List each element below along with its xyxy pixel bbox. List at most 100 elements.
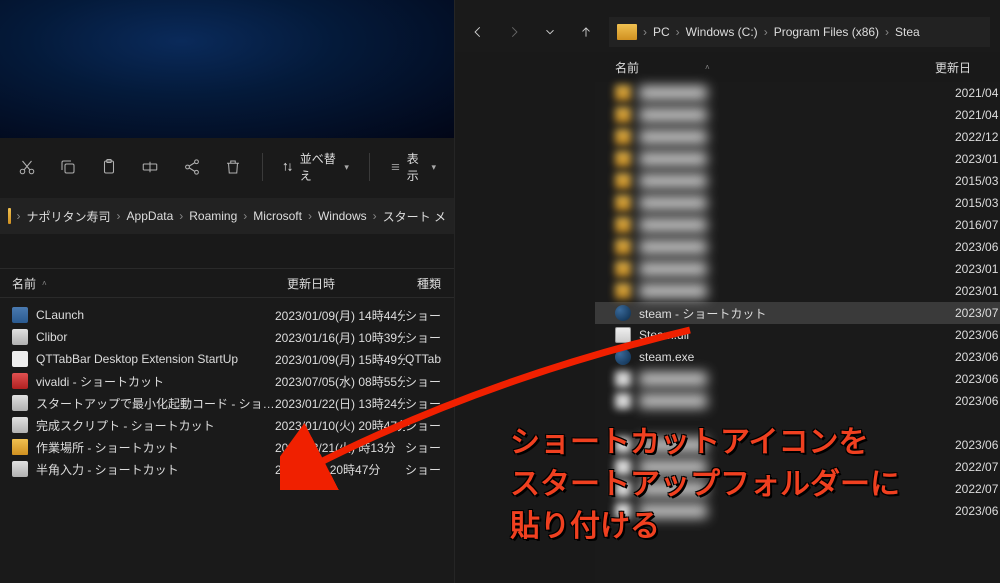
crumb[interactable]: AppData [123,209,178,223]
forward-button[interactable] [497,17,531,47]
file-date: 2023/01 [955,152,1000,166]
file-icon [615,393,631,409]
chevron-right-icon: › [241,209,249,223]
view-button[interactable]: 表示 ▾ [380,149,446,185]
file-icon [12,417,28,433]
column-name-label: 名前 [12,275,36,292]
file-type: ショートカッ [405,417,442,434]
paste-button[interactable] [91,149,128,185]
crumb[interactable]: Windows (C:) [682,25,762,39]
file-date: 2021/04 [955,86,1000,100]
file-name: ████████ [639,130,955,144]
cut-button[interactable] [8,149,45,185]
file-icon [615,371,631,387]
folder-icon [8,208,11,224]
breadcrumb-left[interactable]: › ナポリタン寿司 › AppData › Roaming › Microsof… [0,198,454,234]
file-icon [615,151,631,167]
rename-button[interactable] [132,149,169,185]
column-header-type[interactable]: 種類 [405,275,454,292]
file-row[interactable]: QTTabBar Desktop Extension StartUp2023/0… [0,348,454,370]
column-name-label: 名前 [615,59,639,76]
file-icon [615,459,631,475]
sort-button[interactable]: 並べ替え ▾ [272,149,359,185]
file-icon [12,439,28,455]
recent-button[interactable] [533,17,567,47]
folder-icon [617,24,637,40]
column-header-date[interactable]: 更新日 [935,59,1000,76]
file-name: 作業場所 - ショートカット [36,439,275,456]
chevron-right-icon: › [177,209,185,223]
file-icon [615,129,631,145]
file-name: ████████ [639,218,955,232]
file-row[interactable]: ████████2023/06 [595,368,1000,390]
column-header-name[interactable]: 名前 ˄ [595,59,935,76]
file-name: ████████ [639,240,955,254]
file-row[interactable]: ████████2016/07 [595,214,1000,236]
toolbar: 並べ替え ▾ 表示 ▾ [0,138,454,196]
up-button[interactable] [569,17,603,47]
file-row[interactable]: 完成スクリプト - ショートカット2023/01/10(火) 20時47分ショー… [0,414,454,436]
file-row[interactable]: ████████2023/06 [595,390,1000,412]
file-type: ショートカッ [405,439,442,456]
crumb[interactable]: Windows [314,209,371,223]
file-name: steam.exe [639,350,955,364]
file-row[interactable]: ████████2023/06 [595,236,1000,258]
crumb[interactable]: スタート メ [379,208,450,225]
file-row[interactable]: 半角入力 - ショートカット2023/ / ( ) 20時47分ショートカッ [0,458,454,480]
back-button[interactable] [461,17,495,47]
crumb[interactable]: Stea [891,25,924,39]
file-type: ショートカッ [405,461,442,478]
file-row[interactable]: ████████2022/07 [595,456,1000,478]
file-date: 2023/01/16(月) 10時39分 [275,329,405,346]
file-row[interactable]: steam - ショートカット2023/07 [595,302,1000,324]
crumb[interactable]: Program Files (x86) [770,25,883,39]
chevron-right-icon: › [115,209,123,223]
file-name: ████████ [639,262,955,276]
file-name: CLaunch [36,308,275,322]
file-row[interactable]: ████████2015/03 [595,170,1000,192]
file-row[interactable]: ████████2022/07 [595,478,1000,500]
file-name: steam - ショートカット [639,305,955,322]
file-name: QTTabBar Desktop Extension StartUp [36,352,275,366]
file-date: 2023/ / ( ) 20時47分 [275,461,405,478]
file-row[interactable]: ████████2021/04 [595,82,1000,104]
file-row[interactable]: 作業場所 - ショートカット2023/03/21(火) 時13分ショートカッ [0,436,454,458]
sort-caret-icon: ˄ [42,279,47,288]
crumb[interactable]: Roaming [185,209,241,223]
file-row[interactable]: ████████2023/01 [595,148,1000,170]
crumb[interactable]: ナポリタン寿司 [23,208,115,225]
address-bar-right[interactable]: › PC › Windows (C:) › Program Files (x86… [609,17,990,47]
file-date: 2023/01/10(火) 20時47分 [275,417,405,434]
file-row[interactable]: CLaunch2023/01/09(月) 14時44分ショートカッ [0,304,454,326]
file-icon [12,329,28,345]
crumb[interactable]: Microsoft [249,209,306,223]
file-name: ████████ [639,372,955,386]
crumb[interactable]: PC [649,25,674,39]
file-row[interactable]: ████████2023/06 [595,500,1000,522]
delete-button[interactable] [214,149,251,185]
copy-button[interactable] [49,149,86,185]
column-header-date[interactable]: 更新日時 [275,275,405,292]
file-date: 2023/06 [955,372,1000,386]
file-row[interactable]: ████████2023/01 [595,280,1000,302]
file-row[interactable]: vivaldi - ショートカット2023/07/05(水) 08時55分ショー… [0,370,454,392]
file-row[interactable]: ████████2023/01 [595,258,1000,280]
file-icon [615,85,631,101]
column-date-label: 更新日 [935,61,971,75]
file-icon [12,461,28,477]
file-date: 2022/12 [955,130,1000,144]
file-row[interactable]: ████████2022/12 [595,126,1000,148]
file-row[interactable]: steam.exe2023/06 [595,346,1000,368]
file-row[interactable]: ████████2015/03 [595,192,1000,214]
file-row[interactable]: ████████2023/06 [595,434,1000,456]
navigation-pane[interactable] [455,52,595,583]
file-row[interactable]: ████████2021/04 [595,104,1000,126]
file-name: ████████ [639,152,955,166]
file-icon [615,217,631,233]
file-row[interactable]: Steam.dll2023/06 [595,324,1000,346]
file-row[interactable]: Clibor2023/01/16(月) 10時39分ショートカッ [0,326,454,348]
view-label: 表示 [407,150,426,184]
column-header-name[interactable]: 名前 ˄ [0,275,275,292]
share-button[interactable] [173,149,210,185]
file-row[interactable]: スタートアップで最小化起動コード - ショートカット2023/01/22(日) … [0,392,454,414]
